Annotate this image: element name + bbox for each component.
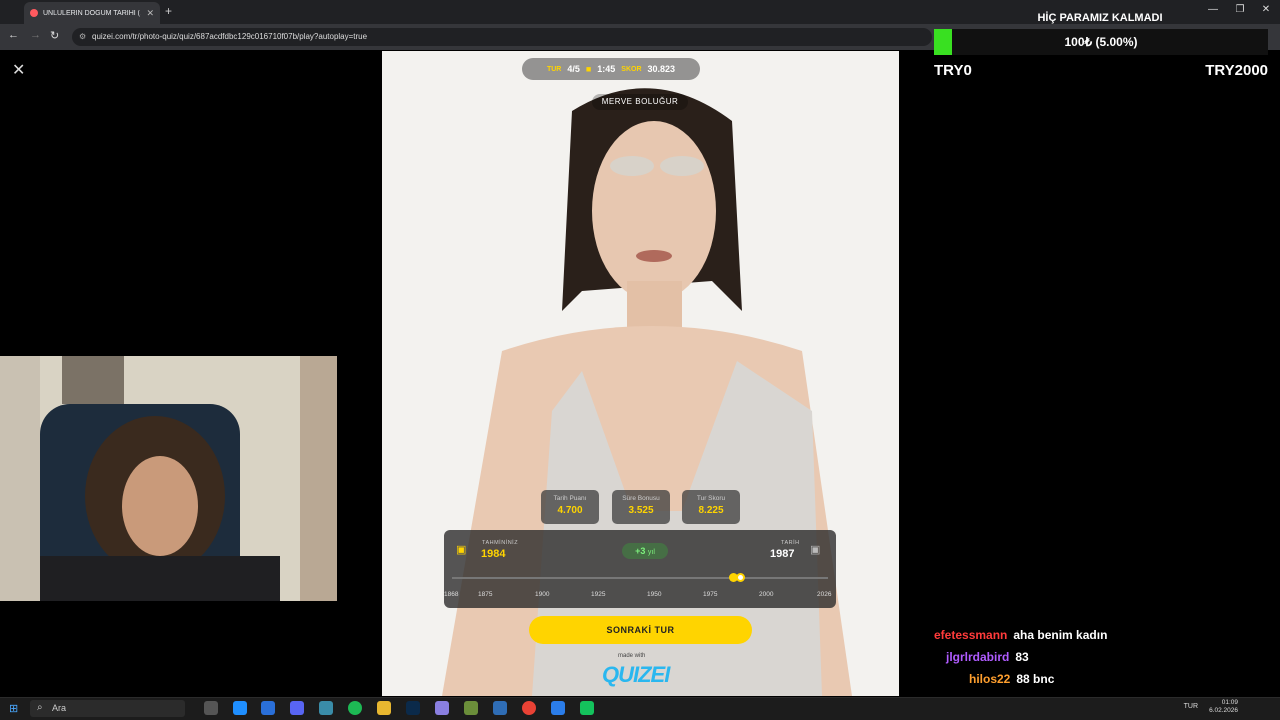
chat-username: efetessmann [934, 628, 1008, 642]
date-score-value: 4.700 [557, 505, 583, 516]
score-value: 30.823 [647, 64, 676, 74]
guess-value: 1984 [481, 548, 506, 560]
timer-value: 1:45 [597, 64, 616, 74]
time-bonus-value: 3.525 [628, 505, 654, 516]
actual-value: 1987 [770, 548, 795, 560]
date-score-label: Tarih Puanı [553, 495, 587, 502]
chat-text: 83 [1015, 650, 1029, 664]
chat-text: 88 bnc [1016, 672, 1055, 686]
system-clock[interactable]: 01:09 6.02.2026 [1209, 699, 1238, 715]
round-value: 4/5 [567, 64, 580, 74]
goal-title: HİÇ PARAMIZ KALMADI [1037, 12, 1163, 24]
guess-calendar-icon: ▣ [456, 544, 467, 556]
timer-icon: ■ [585, 64, 592, 74]
url-field[interactable]: quizei.com/tr/photo-quiz/quiz/687acdfdbc… [72, 28, 932, 46]
taskbar [0, 697, 1280, 720]
date-score-box: Tarih Puanı 4.700 [541, 490, 599, 524]
spotify-icon[interactable] [348, 701, 362, 715]
guess-label: TAHMİNİNİZ [482, 540, 519, 546]
chat-message: hilos22 88 bnc [969, 672, 1054, 686]
photoshop-icon[interactable] [406, 701, 420, 715]
back-icon[interactable]: ← [8, 29, 19, 41]
explorer-icon[interactable] [377, 701, 391, 715]
app4-icon[interactable] [551, 701, 565, 715]
quizei-logo[interactable]: QUIZEI [602, 662, 670, 688]
difference-unit: yıl [647, 549, 655, 556]
copilot-icon[interactable] [233, 701, 247, 715]
timeline-tick: 1950 [647, 591, 662, 598]
clock-date: 6.02.2026 [1209, 707, 1238, 714]
round-score-box: Tur Skoru 8.225 [682, 490, 740, 524]
actual-marker [736, 573, 745, 582]
minecraft-icon[interactable] [464, 701, 478, 715]
discord-icon[interactable] [290, 701, 304, 715]
timeline-track [452, 577, 828, 579]
chat-username: jlgrlrdabird [946, 650, 1010, 664]
actual-label: TARİH [781, 540, 800, 546]
chat-message: efetessmann aha benim kadın [934, 628, 1107, 642]
difference-badge: +3 yıl [622, 543, 668, 559]
webcam-feed [0, 356, 337, 601]
favicon-icon [30, 9, 38, 17]
browser-tab[interactable]: ÜNLÜLERİN DOĞUM TARİHİ (… ✕ [24, 2, 160, 24]
round-score-label: Tur Skoru [696, 495, 726, 502]
clock-time: 01:09 [1221, 699, 1238, 706]
game-hud: TUR 4/5 ■ 1:45 SKOR 30.823 [522, 58, 700, 80]
chrome-icon[interactable] [522, 701, 536, 715]
round-label: TUR [546, 65, 562, 73]
celebrity-name: MERVE BOLUĞUR [592, 94, 688, 110]
store-icon[interactable] [261, 701, 275, 715]
timeline-tick: 1925 [591, 591, 606, 598]
search-icon: ⌕ [37, 702, 43, 713]
timeline-tick: 1875 [478, 591, 493, 598]
difference-value: +3 [635, 546, 646, 556]
score-label: SKOR [621, 65, 642, 73]
timeline-tick: 1900 [535, 591, 550, 598]
timeline-tick: 1975 [703, 591, 718, 598]
chat-message: jlgrlrdabird 83 [946, 650, 1029, 664]
reload-icon[interactable]: ↻ [50, 29, 59, 42]
window-close-icon[interactable]: ✕ [1256, 4, 1276, 15]
taskbar-search[interactable]: Ara [30, 700, 185, 717]
goal-max-label: TRY2000 [1205, 62, 1268, 79]
close-quiz-icon[interactable]: ✕ [12, 60, 25, 80]
new-tab-icon[interactable]: + [165, 4, 172, 18]
restore-icon[interactable]: ❐ [1230, 4, 1250, 15]
goal-progress-text: 100₺ (5.00%) [1064, 35, 1138, 49]
made-with-label: made with [618, 653, 646, 659]
goal-min-label: TRY0 [934, 62, 972, 79]
timeline-tick: 1868 [444, 591, 459, 598]
chat-username: hilos22 [969, 672, 1011, 686]
chat-text: aha benim kadın [1013, 628, 1108, 642]
app3-icon[interactable] [493, 701, 507, 715]
app-icon[interactable] [319, 701, 333, 715]
time-bonus-box: Süre Bonusu 3.525 [612, 490, 670, 524]
minimize-icon[interactable]: — [1203, 4, 1223, 15]
app5-icon[interactable] [580, 701, 594, 715]
tab-title: ÜNLÜLERİN DOĞUM TARİHİ (… [43, 9, 142, 17]
timeline-tick: 2000 [759, 591, 774, 598]
tab-close-icon[interactable]: ✕ [146, 8, 154, 19]
timeline-tick: 2026 [817, 591, 832, 598]
task-view-icon[interactable] [204, 701, 218, 715]
actual-calendar-icon: ▣ [810, 544, 821, 556]
language-indicator[interactable]: TUR [1184, 703, 1198, 710]
site-info-icon[interactable]: ⚙ [79, 32, 86, 41]
round-score-value: 8.225 [698, 505, 724, 516]
next-round-button[interactable]: SONRAKİ TUR [529, 616, 752, 644]
forward-icon[interactable]: → [30, 29, 41, 41]
start-icon[interactable]: ⊞ [9, 702, 18, 715]
app2-icon[interactable] [435, 701, 449, 715]
time-bonus-label: Süre Bonusu [622, 495, 660, 502]
